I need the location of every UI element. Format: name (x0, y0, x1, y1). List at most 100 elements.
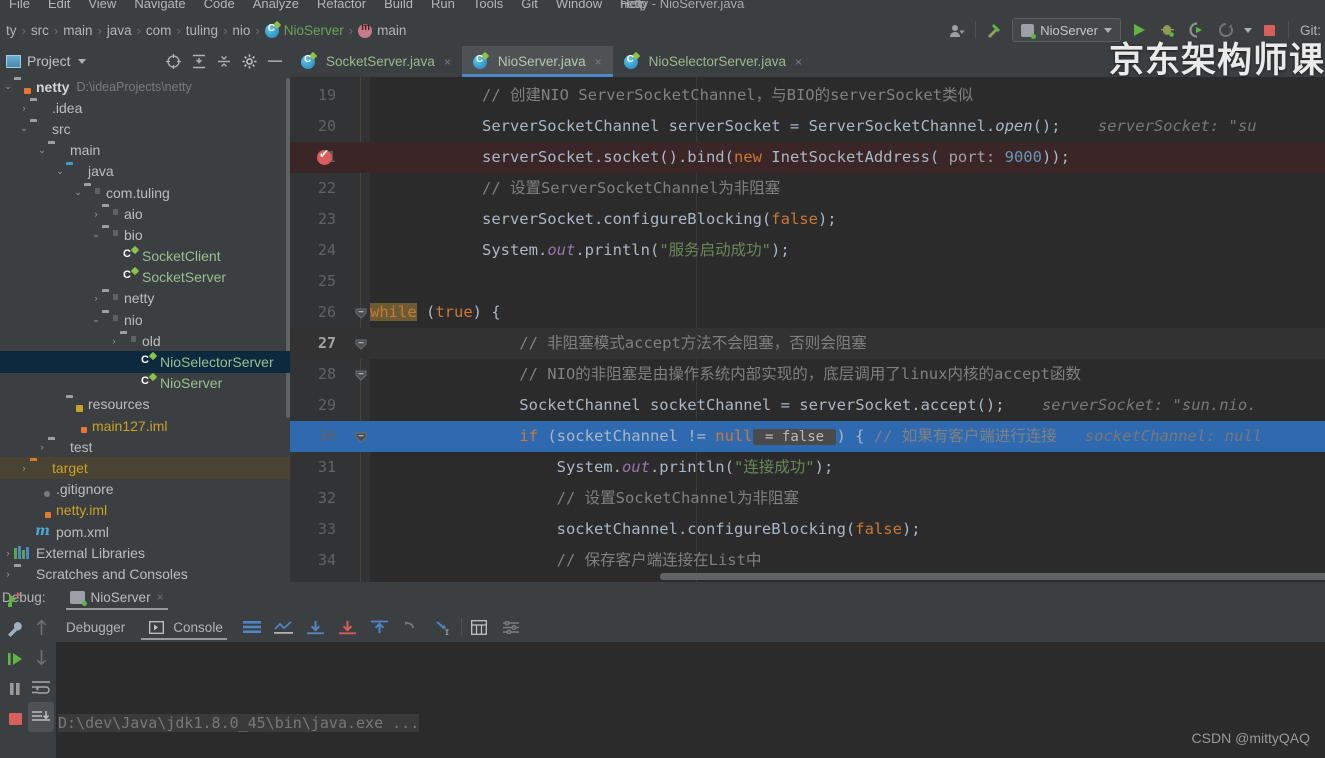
code-fold-icon[interactable] (354, 430, 368, 444)
scroll-to-end-icon[interactable] (28, 702, 54, 732)
tree-item-socketserver[interactable]: SocketServer (0, 266, 290, 288)
code-line[interactable]: socketChannel.configureBlocking(false); (370, 514, 1325, 545)
build-hammer-icon[interactable] (983, 19, 1005, 41)
code-line[interactable]: ServerSocketChannel serverSocket = Serve… (370, 111, 1325, 142)
tree-item-main[interactable]: ⌄ main (0, 140, 290, 161)
tree-item-external-libraries[interactable]: › External Libraries (0, 542, 290, 563)
debug-session-tab[interactable]: NioServer × (62, 582, 172, 612)
expand-all-icon[interactable] (192, 54, 206, 69)
tree-item-netty-package[interactable]: › netty (0, 288, 290, 309)
settings-gear-icon[interactable] (242, 54, 257, 69)
code-line[interactable]: // 保存客户端连接在List中 (370, 545, 1325, 576)
layout-icon[interactable] (241, 616, 263, 638)
console-output[interactable]: D:\dev\Java\jdk1.8.0_45\bin\java.exe ...… (0, 642, 1325, 758)
step-up-icon[interactable] (28, 612, 54, 642)
code-line[interactable]: System.out.println("连接成功"); (370, 452, 1325, 483)
project-pane-title[interactable]: Project (27, 53, 71, 69)
menu-item-code[interactable]: Code (195, 0, 244, 10)
step-into-icon[interactable] (337, 616, 359, 638)
hide-panel-icon[interactable] (268, 59, 282, 63)
tree-item-nioselectorserver[interactable]: NioSelectorServer (0, 351, 290, 373)
select-opened-file-icon[interactable] (166, 53, 181, 69)
breadcrumb-item-project[interactable]: ty (2, 23, 21, 38)
chevron-right-icon[interactable]: › (90, 293, 102, 303)
run-to-cursor-icon[interactable] (433, 616, 455, 638)
chevron-down-icon[interactable]: ⌄ (90, 229, 102, 240)
breadcrumb-item-src[interactable]: src (27, 23, 53, 38)
step-down-icon[interactable] (28, 642, 54, 672)
menu-item-tools[interactable]: Tools (464, 0, 512, 10)
collapse-all-icon[interactable] (217, 54, 231, 69)
chevron-down-icon[interactable]: ⌄ (90, 314, 102, 325)
code-line[interactable]: serverSocket.configureBlocking(false); (370, 204, 1325, 235)
chevron-right-icon[interactable]: › (36, 442, 48, 452)
code-line[interactable]: // 设置ServerSocketChannel为非阻塞 (370, 173, 1325, 204)
breadcrumb-item-class[interactable]: NioServer (261, 20, 348, 38)
tree-item-netty-iml[interactable]: netty.iml (0, 500, 290, 521)
tree-item-pom-xml[interactable]: m pom.xml (0, 521, 290, 542)
step-over-icon[interactable] (305, 616, 327, 638)
chevron-right-icon[interactable]: › (18, 103, 30, 113)
tree-item-com-tuling[interactable]: ⌄ com.tuling (0, 182, 290, 203)
breadcrumb-item-main[interactable]: main (59, 23, 96, 38)
code-line[interactable]: System.out.println("服务启动成功"); (370, 235, 1325, 266)
project-tree[interactable]: ⌄ netty D:\ideaProjects\netty › .idea ⌄ … (0, 76, 290, 582)
tree-item-scratches-and-consoles[interactable]: › Scratches and Consoles (0, 563, 290, 582)
menu-item-git[interactable]: Git (512, 0, 547, 10)
code-fold-icon[interactable] (354, 368, 368, 382)
menu-item-analyze[interactable]: Analyze (244, 0, 308, 10)
tree-item-socketclient[interactable]: SocketClient (0, 245, 290, 267)
settings-icon[interactable] (500, 616, 522, 638)
breadcrumb-item-tuling[interactable]: tuling (182, 23, 222, 38)
menu-item-window[interactable]: Window (547, 0, 611, 10)
soft-wrap-icon[interactable] (28, 672, 54, 702)
chevron-down-icon[interactable] (77, 58, 86, 64)
menu-item-edit[interactable]: Edit (39, 0, 79, 10)
code-line[interactable]: if (socketChannel != null = false ) { //… (370, 421, 1325, 452)
debug-tab-console[interactable]: Console (135, 612, 233, 642)
debug-tab-debugger[interactable]: Debugger (56, 612, 135, 642)
tree-item-target[interactable]: › target (0, 457, 290, 479)
menu-item-view[interactable]: View (79, 0, 125, 10)
breakpoint-icon[interactable] (317, 147, 332, 165)
tree-item-gitignore[interactable]: .gitignore (0, 479, 290, 500)
breadcrumb-item-com[interactable]: com (142, 23, 176, 38)
wrench-icon[interactable] (2, 614, 28, 644)
editor-horizontal-scrollbar[interactable] (660, 573, 1325, 580)
code-line[interactable]: serverSocket.socket().bind(new InetSocke… (370, 142, 1325, 173)
force-step-into-icon[interactable] (401, 616, 423, 638)
code-line[interactable]: while (true) { (370, 297, 1325, 328)
chevron-down-icon[interactable]: ⌄ (72, 187, 84, 198)
chevron-down-icon[interactable]: ⌄ (2, 81, 14, 92)
step-out-icon[interactable] (369, 616, 391, 638)
tree-item-idea[interactable]: › .idea (0, 97, 290, 118)
chevron-down-icon[interactable]: ⌄ (18, 123, 30, 134)
resume-icon[interactable] (2, 644, 28, 674)
menu-item-run[interactable]: Run (422, 0, 464, 10)
breadcrumb-item-method[interactable]: main (354, 22, 410, 38)
editor-tab-nioserver[interactable]: NioServer.java × (461, 46, 613, 77)
evaluate-icon[interactable] (468, 616, 490, 638)
tree-item-netty[interactable]: ⌄ netty D:\ideaProjects\netty (0, 76, 290, 97)
rerun-icon[interactable] (2, 584, 28, 614)
tree-item-java[interactable]: ⌄ java (0, 161, 290, 182)
chevron-down-icon[interactable]: ⌄ (54, 166, 66, 177)
close-icon[interactable]: × (795, 55, 802, 69)
code-line[interactable]: // NIO的非阻塞是由操作系统内部实现的，底层调用了linux内核的accep… (370, 359, 1325, 390)
tree-item-nioserver[interactable]: NioServer (0, 372, 290, 394)
chart-icon[interactable] (273, 616, 295, 638)
tree-item-nio-package[interactable]: ⌄ nio (0, 309, 290, 330)
tree-item-aio[interactable]: › aio (0, 203, 290, 224)
code-line[interactable] (370, 266, 1325, 297)
menu-item-build[interactable]: Build (375, 0, 422, 10)
user-account-icon[interactable] (946, 19, 968, 41)
chevron-right-icon[interactable]: › (108, 336, 120, 346)
menu-item-navigate[interactable]: Navigate (125, 0, 194, 10)
tree-item-old[interactable]: › old (0, 330, 290, 351)
menu-item-refactor[interactable]: Refactor (308, 0, 375, 10)
tree-item-test[interactable]: › test (0, 436, 290, 457)
code-line[interactable]: // 设置SocketChannel为非阻塞 (370, 483, 1325, 514)
code-line[interactable]: SocketChannel socketChannel = serverSock… (370, 390, 1325, 421)
editor-tab-nioselectorserver[interactable]: NioSelectorServer.java × (613, 46, 813, 77)
tree-item-src[interactable]: ⌄ src (0, 118, 290, 139)
